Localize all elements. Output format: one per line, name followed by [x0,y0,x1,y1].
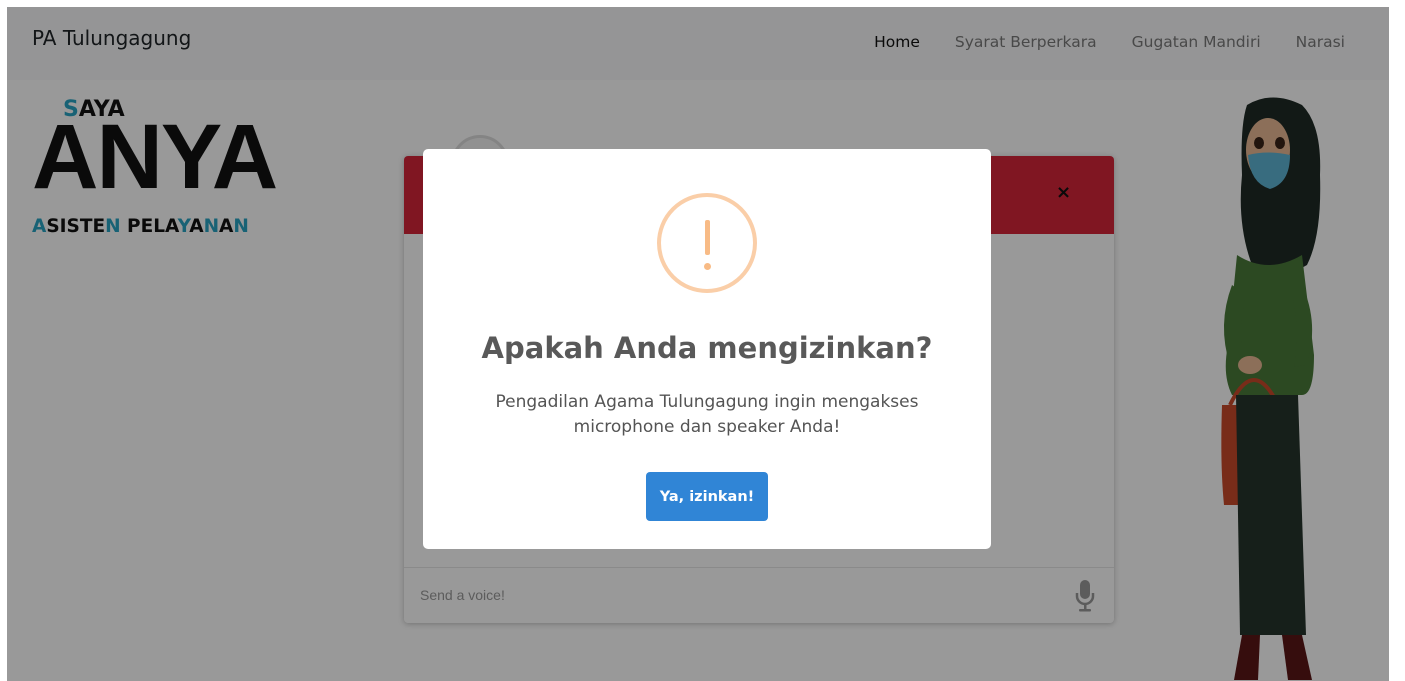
page-viewport: PA Tulungagung Home Syarat Berperkara Gu… [7,7,1389,681]
permission-modal: Apakah Anda mengizinkan? Pengadilan Agam… [423,149,991,549]
modal-text: Pengadilan Agama Tulungagung ingin menga… [495,392,919,437]
confirm-allow-button[interactable]: Ya, izinkan! [646,472,768,521]
modal-title: Apakah Anda mengizinkan? [481,331,933,365]
warning-icon [657,193,757,293]
